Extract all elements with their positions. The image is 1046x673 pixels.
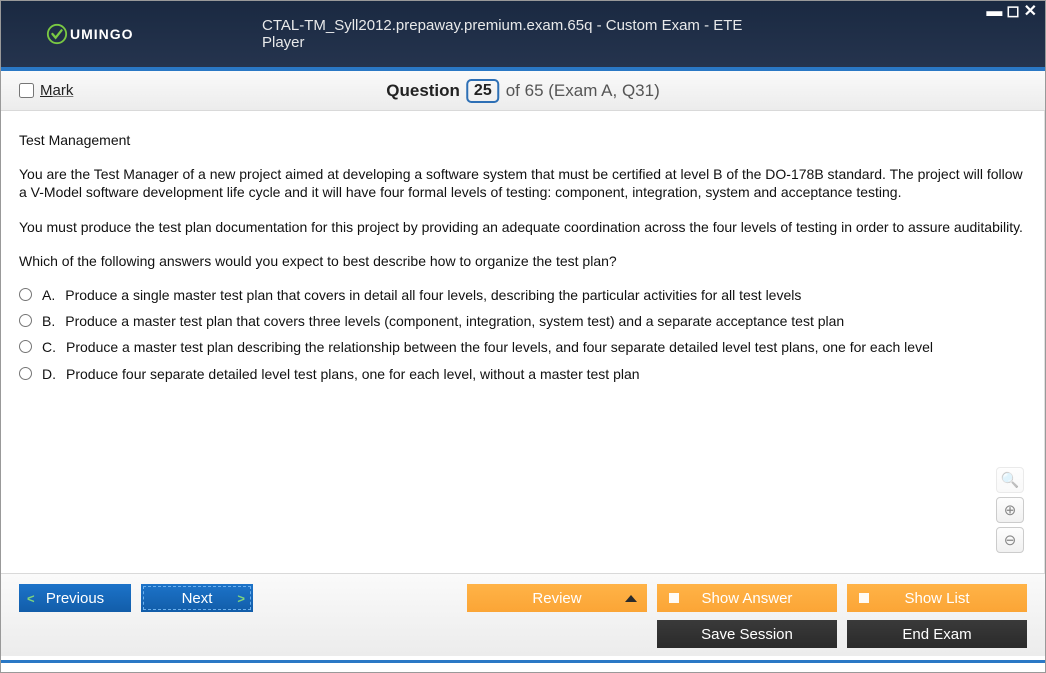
- answer-option[interactable]: A. Produce a single master test plan tha…: [19, 286, 1026, 304]
- answer-text: Produce a single master test plan that c…: [65, 286, 801, 304]
- question-topic: Test Management: [19, 131, 1026, 149]
- answer-radio[interactable]: [19, 314, 32, 327]
- answer-option[interactable]: D. Produce four separate detailed level …: [19, 365, 1026, 383]
- mark-label[interactable]: Mark: [40, 82, 73, 99]
- app-logo: UMINGO: [46, 23, 134, 45]
- minimize-icon[interactable]: ▬: [986, 6, 1002, 18]
- footer: <Previous Next> Review Show Answer Show …: [1, 573, 1045, 656]
- zoom-in-icon[interactable]: ⊕: [996, 497, 1024, 523]
- mark-checkbox-group[interactable]: Mark: [19, 82, 73, 99]
- next-button[interactable]: Next>: [141, 584, 253, 612]
- answer-letter: D.: [42, 365, 56, 383]
- question-indicator: Question 25 of 65 (Exam A, Q31): [386, 79, 659, 103]
- answer-radio[interactable]: [19, 288, 32, 301]
- question-number: 25: [466, 79, 500, 103]
- answer-text: Produce four separate detailed level tes…: [66, 365, 640, 383]
- answer-option[interactable]: C. Produce a master test plan describing…: [19, 338, 1026, 356]
- question-content: Test Management You are the Test Manager…: [1, 111, 1045, 573]
- answer-list: A. Produce a single master test plan tha…: [19, 286, 1026, 383]
- answer-letter: C.: [42, 338, 56, 356]
- chevron-left-icon: <: [27, 591, 35, 606]
- window-title: CTAL-TM_Syll2012.prepaway.premium.exam.6…: [262, 17, 784, 51]
- answer-radio[interactable]: [19, 367, 32, 380]
- logo-checkmark-icon: [46, 23, 68, 45]
- answer-radio[interactable]: [19, 340, 32, 353]
- show-answer-button[interactable]: Show Answer: [657, 584, 837, 612]
- zoom-controls: 🔍 ⊕ ⊖: [996, 467, 1024, 553]
- zoom-out-icon[interactable]: ⊖: [996, 527, 1024, 553]
- question-prompt: Which of the following answers would you…: [19, 252, 1026, 270]
- save-session-button[interactable]: Save Session: [657, 620, 837, 648]
- title-bar: UMINGO CTAL-TM_Syll2012.prepaway.premium…: [1, 1, 1045, 67]
- answer-letter: B.: [42, 312, 55, 330]
- logo-text: UMINGO: [70, 26, 134, 42]
- maximize-icon[interactable]: ◻: [1006, 6, 1019, 18]
- answer-text: Produce a master test plan describing th…: [66, 338, 933, 356]
- review-button[interactable]: Review: [467, 584, 647, 612]
- zoom-search-icon[interactable]: 🔍: [996, 467, 1024, 493]
- previous-button[interactable]: <Previous: [19, 584, 131, 612]
- triangle-up-icon: [625, 595, 637, 602]
- window-controls: ▬ ◻ ✕: [986, 6, 1037, 18]
- mark-checkbox[interactable]: [19, 83, 34, 98]
- question-header: Mark Question 25 of 65 (Exam A, Q31): [1, 71, 1045, 111]
- square-icon: [669, 593, 679, 603]
- close-icon[interactable]: ✕: [1024, 6, 1037, 18]
- question-rest: of 65 (Exam A, Q31): [506, 81, 660, 101]
- question-para2: You must produce the test plan documenta…: [19, 218, 1026, 236]
- square-icon: [859, 593, 869, 603]
- answer-letter: A.: [42, 286, 55, 304]
- answer-option[interactable]: B. Produce a master test plan that cover…: [19, 312, 1026, 330]
- question-label: Question: [386, 81, 460, 101]
- answer-text: Produce a master test plan that covers t…: [65, 312, 844, 330]
- end-exam-button[interactable]: End Exam: [847, 620, 1027, 648]
- chevron-right-icon: >: [237, 591, 245, 606]
- footer-divider: [1, 660, 1045, 663]
- show-list-button[interactable]: Show List: [847, 584, 1027, 612]
- question-para1: You are the Test Manager of a new projec…: [19, 165, 1026, 201]
